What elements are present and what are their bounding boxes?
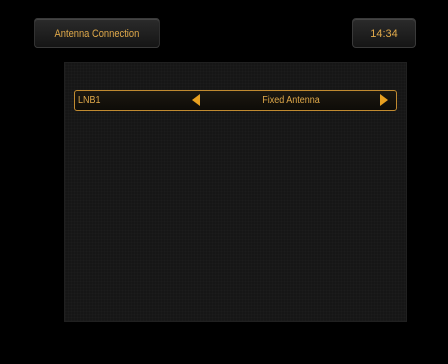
arrow-left-icon[interactable] — [192, 94, 200, 106]
lnb1-setting-row[interactable]: LNB1 Fixed Antenna — [74, 90, 397, 111]
arrow-right-icon[interactable] — [380, 94, 388, 106]
antenna-type-value: Fixed Antenna — [262, 95, 320, 106]
lnb-label: LNB1 — [78, 95, 101, 106]
clock: 14:34 — [352, 18, 416, 48]
menu-title: Antenna Connection — [34, 18, 160, 48]
